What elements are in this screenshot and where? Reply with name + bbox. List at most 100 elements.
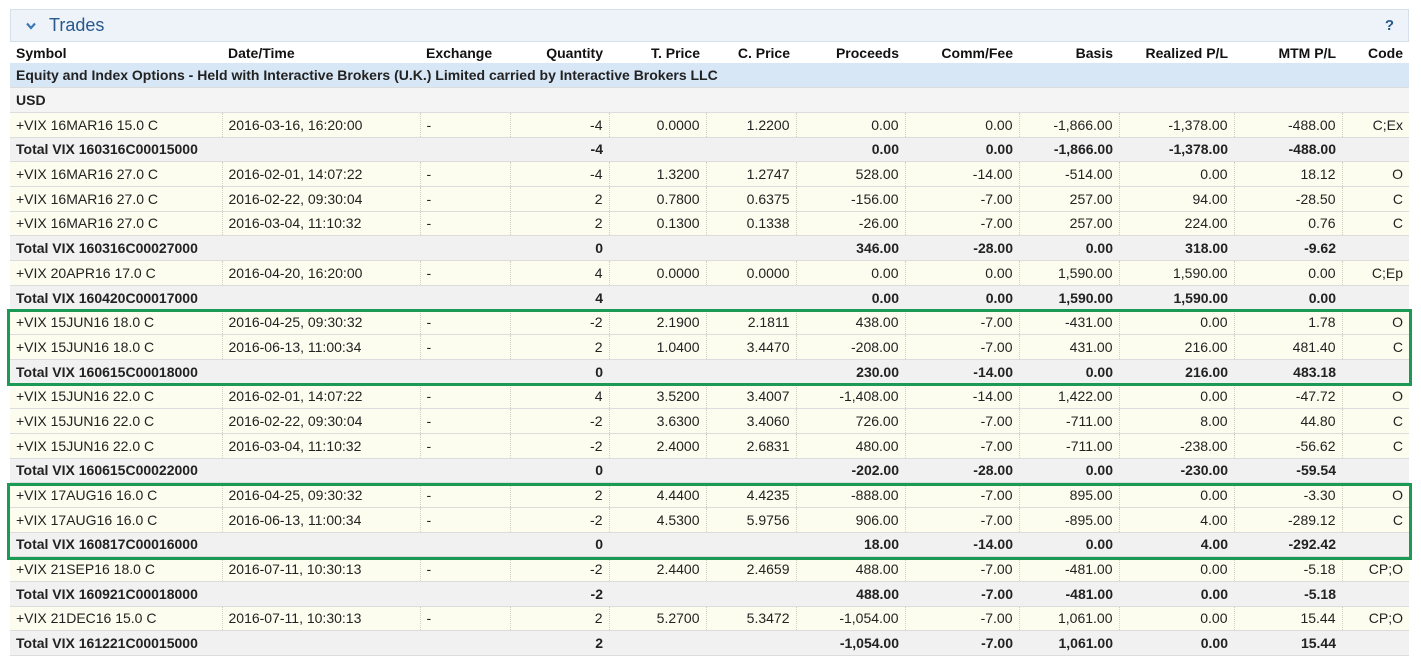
cell-t-price: 0.0000: [609, 112, 707, 138]
cell-proceeds: 726.00: [796, 408, 906, 434]
cell-symbol: +VIX 17AUG16 16.0 C: [10, 482, 223, 508]
col-header-code[interactable]: Code: [1342, 42, 1409, 63]
cell-realized-pl: 224.00: [1119, 211, 1235, 237]
cell-comm-fee: -28.00: [905, 458, 1019, 484]
cell-c-price: 2.4659: [706, 556, 797, 582]
cell-mtm-pl: -488.00: [1234, 112, 1343, 138]
cell-mtm-pl: 44.80: [1234, 408, 1343, 434]
cell-comm-fee: 0.00: [905, 137, 1019, 163]
cell-basis: 895.00: [1019, 482, 1120, 508]
cell-mtm-pl: -59.54: [1234, 458, 1342, 484]
cell-mtm-pl: -488.00: [1234, 137, 1342, 163]
cell-exchange: [420, 532, 510, 558]
cell-t-price: 2.1900: [609, 309, 707, 336]
cell-mtm-pl: 0.76: [1234, 211, 1343, 237]
cell-datetime: [222, 137, 420, 163]
cell-quantity: 2: [510, 606, 610, 632]
col-header-cprice[interactable]: C. Price: [706, 42, 796, 63]
cell-mtm-pl: 0.00: [1234, 285, 1342, 311]
cell-t-price: 5.2700: [609, 606, 707, 632]
cell-comm-fee: -7.00: [905, 507, 1020, 533]
cell-datetime: 2016-07-11, 10:30:13: [222, 556, 421, 582]
cell-quantity: 2: [510, 211, 610, 237]
cell-code: O: [1342, 383, 1409, 410]
cell-c-price: [706, 532, 796, 558]
cell-symbol: +VIX 16MAR16 27.0 C: [10, 161, 223, 187]
col-header-quantity[interactable]: Quantity: [510, 42, 609, 63]
cell-t-price: 1.0400: [609, 334, 707, 360]
cell-exchange: -: [420, 309, 511, 336]
cell-proceeds: 488.00: [796, 556, 906, 582]
cell-comm-fee: -28.00: [905, 235, 1019, 261]
cell-t-price: 0.1300: [609, 211, 707, 237]
table-row: +VIX 15JUN16 22.0 C 2016-03-04, 11:10:32-…: [10, 433, 1409, 459]
cell-t-price: 3.6300: [609, 408, 707, 434]
chevron-down-icon[interactable]: [26, 22, 36, 30]
cell-quantity: -4: [510, 112, 610, 138]
cell-comm-fee: -7.00: [905, 309, 1020, 336]
cell-mtm-pl: 18.12: [1234, 161, 1343, 187]
cell-comm-fee: -7.00: [905, 630, 1019, 656]
cell-exchange: -: [420, 482, 511, 508]
cell-c-price: 2.6831: [706, 433, 797, 459]
cell-quantity: 0: [510, 359, 609, 385]
cell-quantity: 0: [510, 532, 609, 558]
col-header-exchange[interactable]: Exchange: [420, 42, 510, 63]
cell-comm-fee: -7.00: [905, 581, 1019, 607]
cell-exchange: [420, 285, 510, 311]
cell-t-price: [609, 285, 706, 311]
cell-comm-fee: -7.00: [905, 482, 1020, 508]
total-row: Total VIX 160316C00015000 -4 0.00 0.00 -1,86…: [10, 137, 1409, 163]
cell-realized-pl: 0.00: [1119, 556, 1235, 582]
cell-exchange: -: [420, 383, 511, 410]
cell-proceeds: -1,054.00: [796, 630, 905, 656]
cell-datetime: [222, 458, 420, 484]
table-row: +VIX 15JUN16 22.0 C 2016-02-22, 09:30:04-…: [10, 408, 1409, 434]
cell-realized-pl: 4.00: [1119, 532, 1234, 558]
cell-comm-fee: -7.00: [905, 408, 1020, 434]
cell-datetime: 2016-04-20, 16:20:00: [222, 260, 421, 286]
col-header-datetime[interactable]: Date/Time: [222, 42, 420, 63]
cell-mtm-pl: 0.00: [1234, 260, 1343, 286]
col-header-proceeds[interactable]: Proceeds: [796, 42, 905, 63]
cell-t-price: 4.5300: [609, 507, 707, 533]
help-icon[interactable]: ?: [1385, 17, 1394, 34]
table-row: +VIX 20APR16 17.0 C 2016-04-20, 16:20:00-…: [10, 260, 1409, 286]
col-header-symbol[interactable]: Symbol: [10, 42, 222, 63]
col-header-tprice[interactable]: T. Price: [609, 42, 706, 63]
cell-exchange: [420, 359, 510, 385]
cell-comm-fee: -7.00: [905, 606, 1020, 632]
col-header-realized-pl[interactable]: Realized P/L: [1119, 42, 1234, 63]
cell-code: C: [1342, 408, 1409, 434]
cell-realized-pl: -1,378.00: [1119, 112, 1235, 138]
cell-c-price: 5.9756: [706, 507, 797, 533]
trades-panel-header[interactable]: Trades ?: [10, 9, 1409, 42]
cell-exchange: -: [420, 556, 511, 582]
cell-mtm-pl: 15.44: [1234, 630, 1342, 656]
cell-proceeds: 480.00: [796, 433, 906, 459]
cell-comm-fee: -7.00: [905, 433, 1020, 459]
table-row: +VIX 16MAR16 27.0 C 2016-03-04, 11:10:32-…: [10, 211, 1409, 237]
cell-t-price: 0.0000: [609, 260, 707, 286]
cell-symbol: +VIX 21SEP16 18.0 C: [10, 556, 223, 582]
cell-realized-pl: -1,378.00: [1119, 137, 1234, 163]
cell-t-price: 0.7800: [609, 186, 707, 212]
table-row: +VIX 16MAR16 27.0 C 2016-02-01, 14:07:22-…: [10, 161, 1409, 187]
cell-symbol: Total VIX 160615C00022000: [10, 458, 222, 484]
cell-datetime: 2016-02-22, 09:30:04: [222, 408, 421, 434]
cell-quantity: -2: [510, 408, 610, 434]
total-row: Total VIX 161221C00015000 2 -1,054.00 -7.00…: [10, 630, 1409, 656]
cell-symbol: Total VIX 160316C00015000: [10, 137, 222, 163]
cell-exchange: [420, 235, 510, 261]
col-header-mtm-pl[interactable]: MTM P/L: [1234, 42, 1342, 63]
cell-code: [1342, 581, 1409, 607]
col-header-commfee[interactable]: Comm/Fee: [905, 42, 1019, 63]
col-header-basis[interactable]: Basis: [1019, 42, 1119, 63]
cell-c-price: 2.1811: [706, 309, 797, 336]
cell-quantity: 4: [510, 260, 610, 286]
cell-t-price: 2.4000: [609, 433, 707, 459]
table-header-row: Symbol Date/Time Exchange Quantity T. Pr…: [10, 42, 1409, 63]
cell-mtm-pl: -9.62: [1234, 235, 1342, 261]
cell-c-price: [706, 137, 796, 163]
cell-proceeds: -26.00: [796, 211, 906, 237]
